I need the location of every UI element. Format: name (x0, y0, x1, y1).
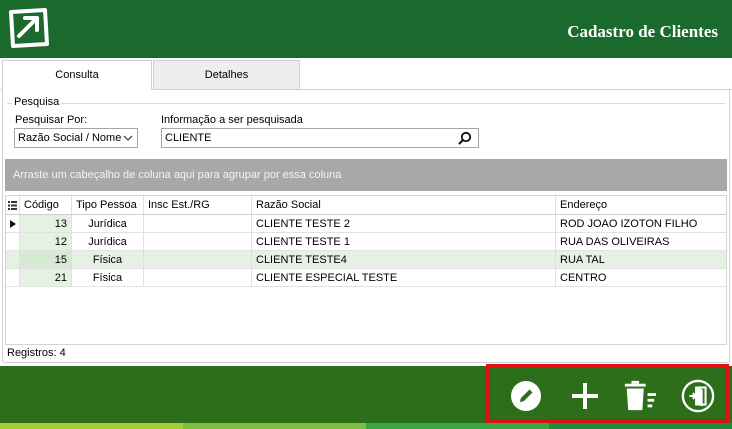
column-header-endereco[interactable]: Endereço (556, 196, 726, 214)
search-input-value: CLIENTE (165, 132, 212, 144)
logo-icon (5, 6, 53, 50)
color-strip (0, 423, 183, 429)
color-strip (366, 423, 549, 429)
add-button[interactable] (568, 379, 602, 413)
edit-button[interactable] (509, 379, 543, 413)
table-row[interactable]: 12 Jurídica CLIENTE TESTE 1 RUA DAS OLIV… (6, 233, 726, 251)
search-group-title: Pesquisa (12, 96, 62, 108)
cell-tipo: Física (72, 269, 144, 286)
cell-codigo: 12 (20, 233, 72, 250)
row-indicator (6, 251, 20, 268)
pencil-icon (511, 381, 541, 411)
search-by-select[interactable]: Razão Social / Nome (14, 128, 138, 148)
exit-door-icon (681, 379, 715, 413)
delete-button[interactable] (623, 379, 657, 413)
tab-consulta[interactable]: Consulta (2, 60, 152, 90)
cell-insc (144, 215, 252, 232)
status-divider (3, 362, 729, 363)
chevron-down-icon (122, 132, 134, 144)
cell-tipo: Física (72, 251, 144, 268)
column-chooser-icon[interactable] (6, 196, 20, 214)
cell-insc (144, 269, 252, 286)
row-indicator-icon (6, 215, 20, 232)
records-count: Registros: 4 (7, 347, 66, 359)
row-indicator (6, 269, 20, 286)
cell-tipo: Jurídica (72, 233, 144, 250)
search-icon[interactable] (458, 131, 472, 145)
group-divider (7, 103, 725, 104)
trash-icon (624, 380, 657, 411)
search-by-label: Pesquisar Por: (15, 114, 88, 126)
cell-endereco: CENTRO (560, 271, 607, 284)
table-row[interactable]: 21 Física CLIENTE ESPECIAL TESTE CENTRO (6, 269, 726, 287)
page-title: Cadastro de Clientes (567, 22, 718, 41)
color-strip (183, 423, 366, 429)
cell-razao: CLIENTE TESTE 2 (252, 215, 556, 232)
exit-button[interactable] (681, 379, 715, 413)
tab-detalhes[interactable]: Detalhes (153, 60, 300, 90)
group-by-area[interactable]: Arraste um cabeçalho de coluna aqui para… (5, 159, 727, 191)
cell-razao: CLIENTE TESTE 1 (252, 233, 556, 250)
search-input[interactable]: CLIENTE (161, 128, 479, 148)
cell-razao: CLIENTE TESTE4 (252, 251, 556, 268)
search-by-value: Razão Social / Nome (18, 132, 122, 144)
table-row[interactable]: 13 Jurídica CLIENTE TESTE 2 ROD JOAO IZO… (6, 215, 726, 233)
row-indicator (6, 233, 20, 250)
cell-codigo: 15 (20, 251, 72, 268)
cell-endereco: RUA DAS OLIVEIRAS (560, 235, 670, 248)
cell-insc (144, 251, 252, 268)
cell-codigo: 21 (20, 269, 72, 286)
tab-bar: Consulta Detalhes (0, 58, 732, 90)
plus-icon (572, 383, 598, 409)
cell-razao: CLIENTE ESPECIAL TESTE (252, 269, 556, 286)
column-header-codigo[interactable]: Código (20, 196, 72, 214)
cell-endereco: ROD JOAO IZOTON FILHO (560, 217, 698, 230)
app-header: Cadastro de Clientes (0, 0, 732, 58)
cell-insc (144, 233, 252, 250)
color-strip (549, 423, 732, 429)
cell-tipo: Jurídica (72, 215, 144, 232)
cell-endereco: RUA TAL (560, 253, 605, 266)
grid-header: Código Tipo Pessoa Insc Est./RG Razão So… (6, 196, 726, 215)
column-header-razao[interactable]: Razão Social (252, 196, 556, 214)
cell-codigo: 13 (20, 215, 72, 232)
consulta-panel: Pesquisa Pesquisar Por: Informação a ser… (2, 90, 730, 363)
table-row[interactable]: 15 Física CLIENTE TESTE4 RUA TAL (6, 251, 726, 269)
column-header-tipo[interactable]: Tipo Pessoa (72, 196, 144, 214)
search-info-label: Informação a ser pesquisada (161, 114, 303, 126)
column-header-insc[interactable]: Insc Est./RG (144, 196, 252, 214)
clients-grid: Código Tipo Pessoa Insc Est./RG Razão So… (5, 195, 727, 345)
